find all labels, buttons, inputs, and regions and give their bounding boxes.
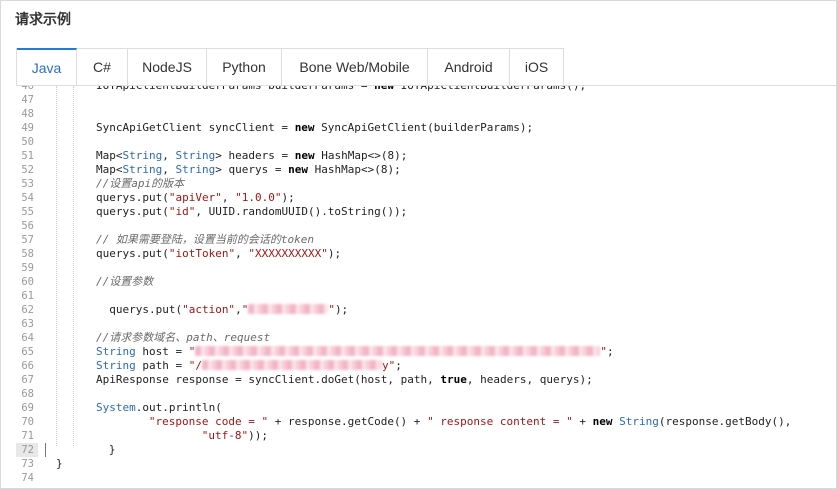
line-number: 69 [21, 402, 34, 414]
line-number: 60 [21, 276, 34, 288]
code-line: 72 } [16, 443, 836, 457]
line-number: 54 [21, 192, 34, 204]
line-number: 50 [21, 136, 34, 148]
line-number: 74 [21, 472, 34, 484]
tab-python[interactable]: Python [207, 49, 282, 86]
line-number: 63 [21, 318, 34, 330]
code-text: IoTApiClientBuilderParams builderParams … [96, 85, 587, 92]
code-text: SyncApiGetClient syncClient = new SyncAp… [96, 121, 534, 134]
code-text: "response code = " + response.getCode() … [148, 415, 792, 428]
code-line: 46 IoTApiClientBuilderParams builderParam… [16, 85, 836, 93]
code-line: 68 [16, 387, 836, 401]
code-line: 64 //请求参数域名、path、request [16, 331, 836, 345]
code-text: querys.put("id", UUID.randomUUID().toStr… [96, 205, 408, 218]
line-number: 46 [21, 85, 34, 92]
code-text: //设置api的版本 [96, 177, 185, 190]
code-editor[interactable]: 46 IoTApiClientBuilderParams builderParam… [16, 85, 836, 488]
code-line: 53 //设置api的版本 [16, 177, 836, 191]
line-number: 71 [21, 430, 34, 442]
tab-csharp[interactable]: C# [77, 49, 128, 86]
code-line: 67 ApiResponse response = syncClient.doGe… [16, 373, 836, 387]
code-line: 74 [16, 471, 836, 485]
code-text: // 如果需要登陆，设置当前的会话的token [96, 233, 314, 246]
code-line: 63 [16, 317, 836, 331]
code-line: 60 //设置参数 [16, 275, 836, 289]
code-text: "utf-8")); [201, 429, 269, 442]
line-number: 61 [21, 290, 34, 302]
tab-nodejs[interactable]: NodeJS [128, 49, 207, 86]
line-number: 65 [21, 346, 34, 358]
code-text: System.out.println( [96, 401, 222, 414]
code-line: 65 String host = " "; [16, 345, 836, 359]
code-line: 51 Map<String, String> headers = new Hash… [16, 149, 836, 163]
line-number: 47 [21, 94, 34, 106]
line-number: 51 [21, 150, 34, 162]
code-line: 71 "utf-8")); [16, 429, 836, 443]
line-number: 73 [21, 458, 34, 470]
line-number: 62 [21, 304, 34, 316]
line-number: 70 [21, 416, 34, 428]
code-sample-panel: 请求示例 Java C# NodeJS Python Bone Web/Mobi… [0, 0, 837, 489]
code-text: //请求参数域名、path、request [96, 331, 271, 344]
code-text: } [82, 443, 116, 456]
line-number: 49 [21, 122, 34, 134]
line-number: 53 [21, 178, 34, 190]
code-line: 69 System.out.println( [16, 401, 836, 415]
tab-ios[interactable]: iOS [510, 49, 564, 86]
line-number: 59 [21, 262, 34, 274]
code-line: 48 [16, 107, 836, 121]
code-text: Map<String, String> querys = new HashMap… [96, 163, 401, 176]
line-number: 56 [21, 220, 34, 232]
code-line: 49 SyncApiGetClient syncClient = new Sync… [16, 121, 836, 135]
code-line: 54 querys.put("apiVer", "1.0.0"); [16, 191, 836, 205]
line-number: 72 [16, 443, 38, 457]
code-line: 56 [16, 219, 836, 233]
tab-bone-web-mobile[interactable]: Bone Web/Mobile [282, 49, 428, 86]
tab-android[interactable]: Android [428, 49, 510, 86]
line-number: 58 [21, 248, 34, 260]
code-text: String path = "/y"; [96, 359, 402, 372]
code-line: 59 [16, 261, 836, 275]
code-line: 58 querys.put("iotToken", "XXXXXXXXXX"); [16, 247, 836, 261]
line-number: 66 [21, 360, 34, 372]
code-text: querys.put("iotToken", "XXXXXXXXXX"); [96, 247, 342, 260]
code-line: 55 querys.put("id", UUID.randomUUID().toS… [16, 205, 836, 219]
line-number: 52 [21, 164, 34, 176]
line-number: 67 [21, 374, 34, 386]
tab-java[interactable]: Java [17, 48, 77, 86]
line-number: 55 [21, 206, 34, 218]
line-number: 68 [21, 388, 34, 400]
code-text: String host = " "; [96, 345, 614, 358]
code-line: 70 "response code = " + response.getCode… [16, 415, 836, 429]
code-text: querys.put("action"," "); [102, 303, 349, 316]
language-tabs: Java C# NodeJS Python Bone Web/Mobile An… [16, 48, 564, 86]
code-line: 47 [16, 93, 836, 107]
code-line: 52 Map<String, String> querys = new HashM… [16, 163, 836, 177]
code-line: 73} [16, 457, 836, 471]
code-line: 62 querys.put("action"," "); [16, 303, 836, 317]
code-line: 57 // 如果需要登陆，设置当前的会话的token [16, 233, 836, 247]
line-number: 48 [21, 108, 34, 120]
section-title: 请求示例 [15, 12, 71, 28]
code-line: 61 [16, 289, 836, 303]
code-text: } [56, 457, 63, 470]
code-line: 66 String path = "/y"; [16, 359, 836, 373]
code-line: 50 [16, 135, 836, 149]
code-text: ApiResponse response = syncClient.doGet(… [96, 373, 593, 386]
code-text: querys.put("apiVer", "1.0.0"); [96, 191, 295, 204]
line-number: 64 [21, 332, 34, 344]
code-text: //设置参数 [96, 275, 154, 288]
line-number: 57 [21, 234, 34, 246]
code-text: Map<String, String> headers = new HashMa… [96, 149, 408, 162]
